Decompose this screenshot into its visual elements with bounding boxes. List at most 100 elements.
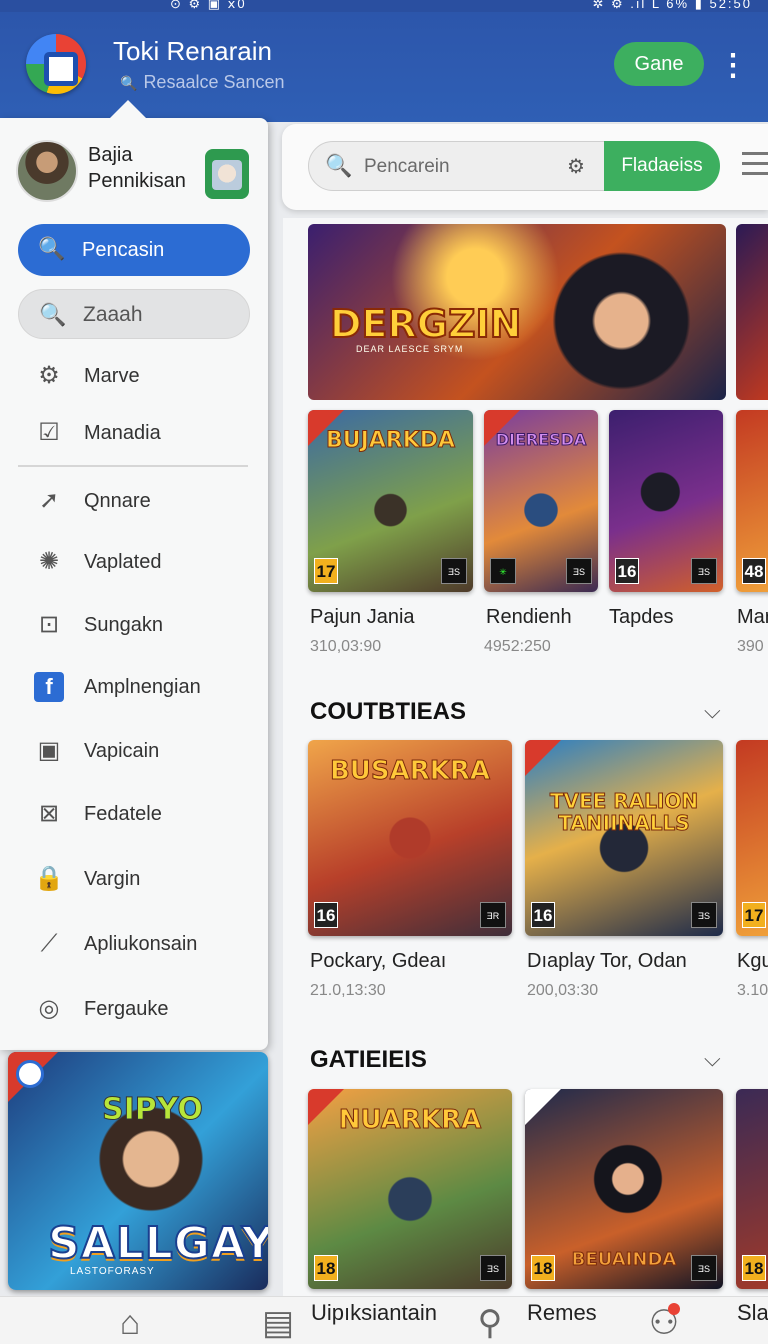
target-icon: ◎ <box>38 995 60 1022</box>
search-nav-button[interactable]: 🔍 Pencasin <box>18 224 250 276</box>
divider <box>18 465 248 467</box>
book-icon[interactable]: ▤ <box>258 1302 298 1344</box>
game-card[interactable]: TVEE RALION TANIINALLS 16 ƎS <box>525 740 723 936</box>
game-card[interactable]: 16 ƎS <box>609 410 723 592</box>
app-subtitle-text: Resaalce Sancen <box>143 72 285 92</box>
game-card[interactable]: NUARKRA 18 ƎS <box>308 1089 512 1289</box>
drawer-item-vapicain[interactable]: ▣ Vapicain <box>34 736 254 770</box>
profile-badge-icon[interactable] <box>205 149 249 199</box>
publisher-logo-icon: ƎS <box>441 558 467 584</box>
drawer-item-label: Apliukonsain <box>84 933 198 955</box>
game-name[interactable]: Tapdes <box>609 606 674 629</box>
age-rating: 17 <box>314 558 338 584</box>
chevron-down-icon[interactable]: ⌵ <box>704 698 721 724</box>
box-icon: ⊡ <box>38 611 60 638</box>
ribbon <box>525 1089 561 1125</box>
promo-top-text: SIPYO <box>102 1092 204 1128</box>
game-name[interactable]: Kgu <box>737 950 768 973</box>
app-logo-icon[interactable] <box>26 34 86 94</box>
bottom-nav-label[interactable]: Sla <box>737 1300 768 1326</box>
chevron-down-icon[interactable]: ⌵ <box>704 1046 721 1072</box>
hero-title: DERGZIN <box>329 301 522 347</box>
drawer-item-manadia[interactable]: ☑ Manadia <box>34 418 254 452</box>
badge-icon <box>16 1060 44 1088</box>
promo-subtitle: LASTOFORASY <box>70 1266 155 1277</box>
avatar[interactable] <box>16 140 78 202</box>
game-card[interactable]: 18 <box>736 1089 768 1289</box>
promo-title: SALLGAY <box>47 1217 268 1270</box>
drawer-item-label: Qnnare <box>84 490 151 512</box>
drawer-item-sungakn[interactable]: ⊡ Sungakn <box>34 610 254 644</box>
game-card[interactable]: BEUAINDA 18 ƎS <box>525 1089 723 1289</box>
game-button[interactable]: Gane <box>614 42 704 86</box>
game-stat: 200,03:30 <box>527 982 599 999</box>
gear-icon: ⚙ <box>38 362 60 389</box>
game-stat: 3.10 <box>737 982 768 999</box>
game-name[interactable]: Dıaplay Tor, Odan <box>527 950 687 973</box>
publisher-logo-icon: ƎS <box>480 1255 506 1281</box>
search-nav-label: Pencasin <box>82 239 165 261</box>
drawer-item-marve[interactable]: ⚙ Marve <box>34 361 254 395</box>
game-stat: 390 <box>737 638 764 655</box>
game-card[interactable]: DIERESDA ✳ ƎS <box>484 410 598 592</box>
game-name[interactable]: Mar <box>737 606 768 629</box>
drawer-item-qnnare[interactable]: ➚ Qnnare <box>34 486 254 520</box>
age-rating: 16 <box>314 902 338 928</box>
game-card[interactable]: BUSARKRA 16 ƎR <box>308 740 512 936</box>
game-art-title: DIERESDA <box>495 430 587 450</box>
age-rating: 18 <box>314 1255 338 1281</box>
game-name[interactable]: Rendienh <box>486 606 572 629</box>
arrow-icon: ➚ <box>38 487 60 514</box>
secondary-search-button[interactable]: 🔍 Zaaah <box>18 289 250 339</box>
game-stat: 21.0,13:30 <box>310 982 386 999</box>
search-icon: 🔍 <box>39 302 67 327</box>
hero-banner-next[interactable] <box>736 224 768 400</box>
drawer-item-vaplated[interactable]: ✺ Vaplated <box>34 547 254 581</box>
section-title: GATIEIEIS <box>310 1046 427 1073</box>
publisher-logo-icon: ✳ <box>490 558 516 584</box>
search-placeholder: Pencarein <box>364 156 450 177</box>
app-title: Toki Renarain <box>113 36 272 66</box>
age-rating: 16 <box>531 902 555 928</box>
user-name: Bajia Pennikisan <box>88 144 186 192</box>
drawer-item-fergauke[interactable]: ◎ Fergauke <box>34 994 254 1028</box>
status-bar: ⊙ ⚙ ▣ ⅹ0 ✲ ⚙ .ıl L 6% ▮ 52:50 <box>0 0 768 12</box>
game-card[interactable]: 17 <box>736 740 768 936</box>
publisher-logo-icon: ƎS <box>691 558 717 584</box>
link-icon: ⟋ <box>40 930 58 957</box>
settings-icon[interactable]: ⚙ <box>567 154 585 179</box>
game-name[interactable]: Pockary, Gdeaı <box>310 950 446 973</box>
promo-card[interactable]: SIPYO SALLGAY LASTOFORASY <box>8 1052 268 1290</box>
drawer-item-amplnengian[interactable]: f Amplnengian <box>34 672 254 706</box>
publisher-logo-icon: ƎS <box>566 558 592 584</box>
drawer-item-fedatele[interactable]: ⊠ Fedatele <box>34 799 254 833</box>
game-art-title: NUARKRA <box>338 1105 482 1136</box>
age-rating: 16 <box>615 558 639 584</box>
menu-icon[interactable] <box>742 152 768 180</box>
game-card[interactable]: 48 <box>736 410 768 592</box>
hero-banner[interactable]: DERGZIN DEAR LAESCE SRYM <box>308 224 726 400</box>
x-box-icon: ⊠ <box>38 800 60 827</box>
game-card[interactable]: BUJARKDA 17 ƎS <box>308 410 473 592</box>
age-rating: 17 <box>742 902 766 928</box>
filter-button[interactable]: Fladaeiss <box>604 141 720 191</box>
drawer-item-vargin[interactable]: 🔒 Vargin <box>34 864 254 898</box>
bottom-nav-label[interactable]: Uipıksiantain <box>311 1300 437 1326</box>
search-icon: 🔍 <box>325 153 353 178</box>
game-stat: 310,03:90 <box>310 638 382 655</box>
checkbox-icon: ☑ <box>38 419 60 446</box>
game-stat: 4952:250 <box>484 638 551 655</box>
ribbon <box>525 740 561 776</box>
drawer-item-apliukonsain[interactable]: ⟋ Apliukonsain <box>34 929 254 963</box>
more-vert-icon[interactable]: ⋮ <box>718 46 748 86</box>
person-icon[interactable]: ⚲ <box>470 1302 510 1344</box>
home-icon[interactable]: ⌂ <box>110 1302 150 1344</box>
square-icon: ▣ <box>37 737 61 764</box>
game-name[interactable]: Pajun Jania <box>310 606 415 629</box>
search-input[interactable]: 🔍 Pencarein ⚙ <box>308 141 606 191</box>
drawer-item-label: Vapicain <box>84 740 160 762</box>
drawer-item-label: Marve <box>84 365 140 387</box>
search-icon: 🔍 <box>38 236 66 261</box>
drawer-item-label: Vaplated <box>84 551 162 573</box>
bottom-nav-label[interactable]: Remes <box>527 1300 597 1326</box>
